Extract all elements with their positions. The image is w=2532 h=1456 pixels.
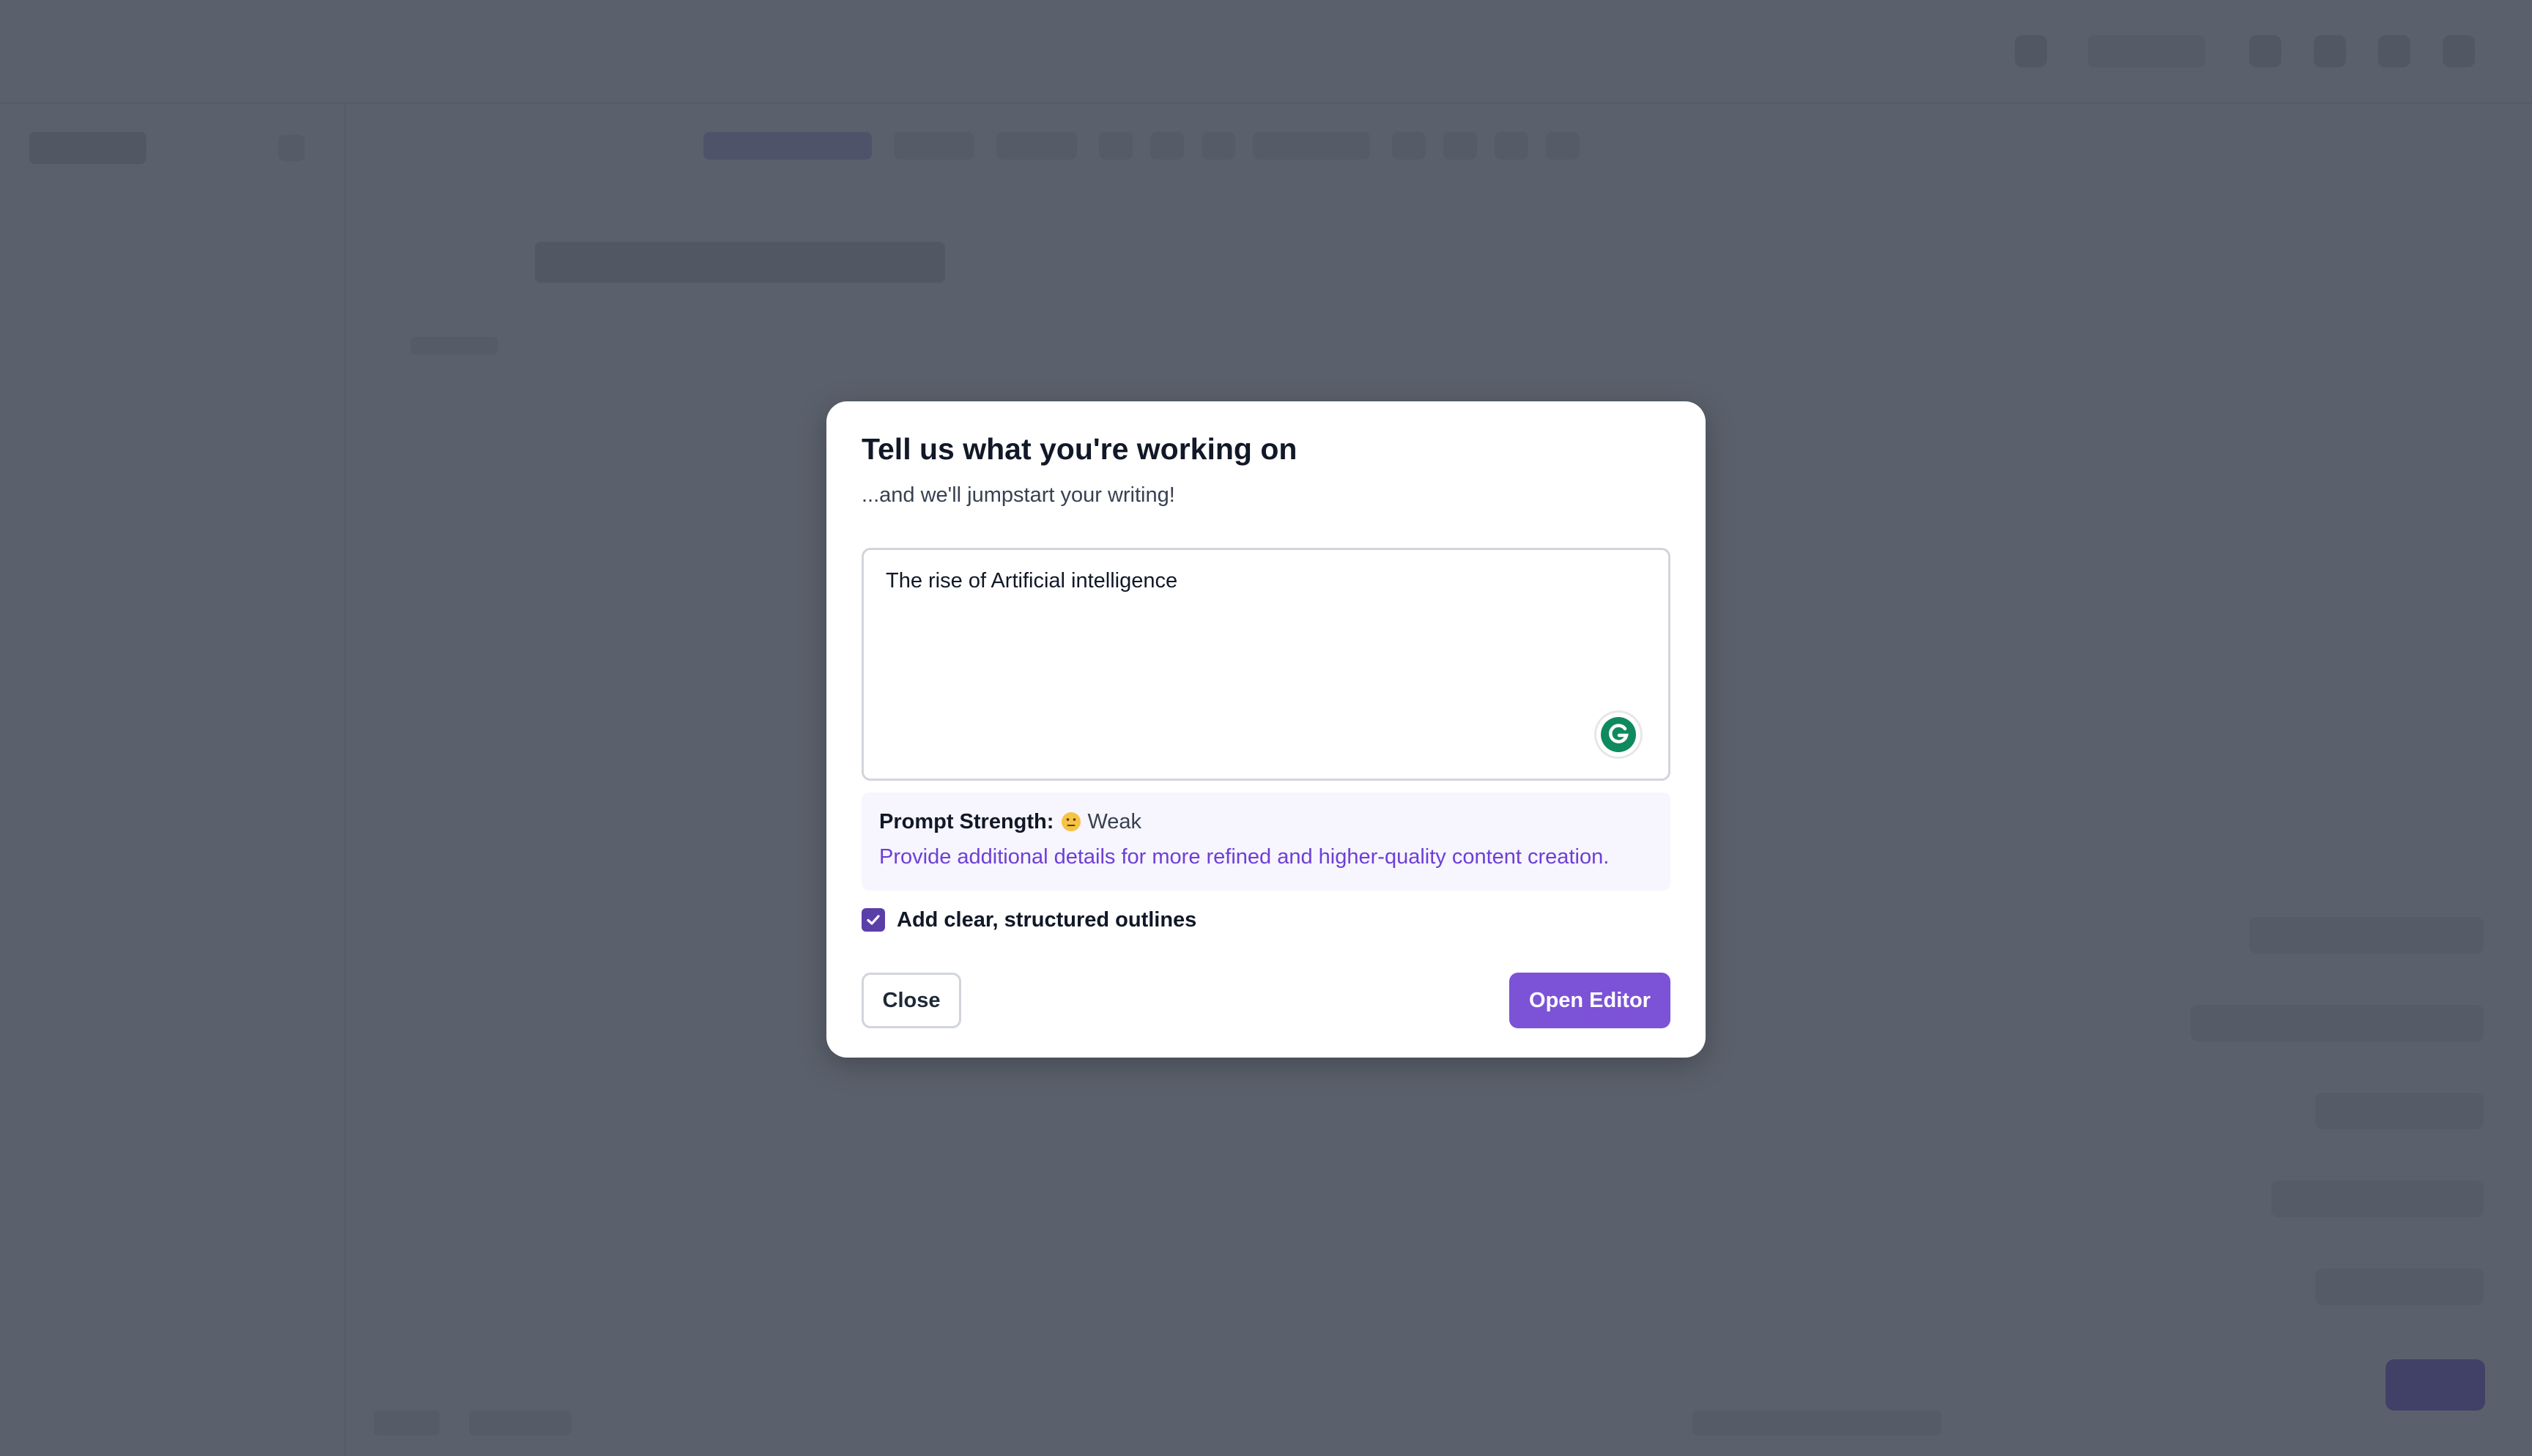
outline-checkbox[interactable] [862,908,885,932]
prompt-strength-hint: Provide additional details for more refi… [879,845,1610,869]
prompt-input[interactable]: The rise of Artificial intelligence [886,569,1618,613]
neutral-face-icon [1061,811,1081,832]
prompt-strength-row: Prompt Strength: Weak [879,807,1141,836]
prompt-strength-label: Prompt Strength: [879,809,1054,833]
dialog-subtitle: ...and we'll jumpstart your writing! [862,483,1175,507]
prompt-strength-panel: Prompt Strength: Weak Provide additional… [862,792,1670,891]
dialog-title: Tell us what you're working on [862,432,1298,466]
prompt-strength-value: Weak [1087,809,1142,833]
outline-option[interactable]: Add clear, structured outlines [862,905,1196,935]
open-editor-button[interactable]: Open Editor [1509,973,1670,1028]
grammarly-icon[interactable] [1596,713,1640,757]
prompt-box[interactable]: The rise of Artificial intelligence [862,548,1670,781]
jumpstart-dialog: Tell us what you're working on ...and we… [826,401,1706,1058]
check-icon [867,915,880,925]
outline-checkbox-label[interactable]: Add clear, structured outlines [897,908,1196,932]
close-button[interactable]: Close [862,973,961,1028]
